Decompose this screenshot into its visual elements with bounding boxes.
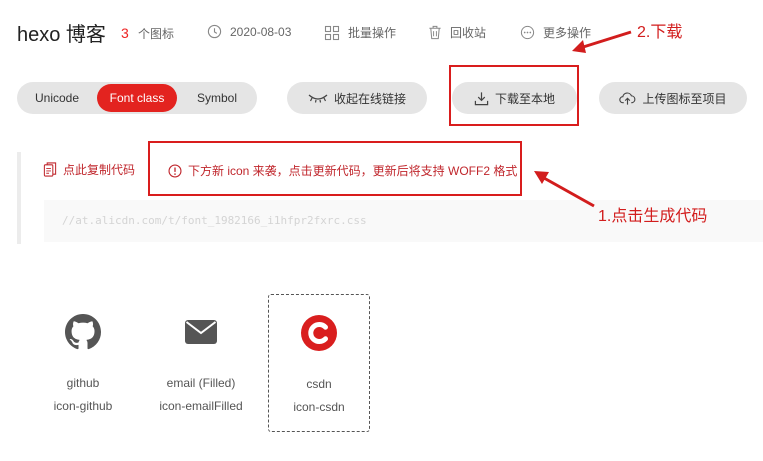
recycle-bin-button[interactable]: 回收站 — [428, 24, 486, 41]
toolbar: Unicode Font class Symbol 收起在线链接 下载至本地 上… — [0, 82, 763, 116]
more-icon — [520, 25, 535, 40]
eye-closed-icon — [308, 94, 328, 103]
tab-font-class[interactable]: Font class — [97, 84, 177, 112]
icon-count-label: 个图标 — [138, 27, 175, 41]
warning-icon — [168, 163, 182, 178]
icon-class: icon-github — [53, 399, 113, 413]
upload-to-project-button[interactable]: 上传图标至项目 — [599, 82, 747, 114]
upload-label: 上传图标至项目 — [642, 91, 727, 106]
email-icon — [185, 320, 217, 344]
trash-icon — [429, 25, 441, 40]
icon-card-email[interactable]: email (Filled) icon-emailFilled — [150, 294, 252, 432]
annotation-step2: 2.下载 — [637, 24, 683, 41]
icon-name: csdn — [306, 377, 332, 391]
batch-operations-button[interactable]: 批量操作 — [324, 24, 396, 41]
icon-class: icon-emailFilled — [159, 399, 243, 413]
copy-code-label: 点此复制代码 — [63, 163, 136, 177]
annotation-step1: 1.点击生成代码 — [598, 208, 708, 225]
date-text: 2020-08-03 — [230, 24, 292, 39]
icon-name: email (Filled) — [166, 376, 236, 390]
recycle-bin-label: 回收站 — [450, 26, 487, 40]
update-code-label: 下方新 icon 来袭，点击更新代码，更新后将支持 WOFF2 格式 — [188, 164, 518, 178]
icon-card-github[interactable]: github icon-github — [32, 294, 134, 432]
tab-unicode[interactable]: Unicode — [21, 84, 93, 112]
cloud-upload-icon — [619, 91, 636, 105]
css-url: //at.alicdn.com/t/font_1982166_i1hfpr2fx… — [62, 214, 367, 227]
collapse-link-label: 收起在线链接 — [333, 91, 406, 106]
annotation-arrow-1 — [534, 171, 595, 208]
update-code-notice[interactable]: 下方新 icon 来袭，点击更新代码，更新后将支持 WOFF2 格式 — [168, 162, 517, 179]
icon-count: 3 — [121, 25, 129, 41]
download-highlight-box — [449, 65, 579, 126]
project-title: hexo 博客 — [17, 24, 106, 46]
github-icon — [65, 314, 101, 350]
format-tabs: Unicode Font class Symbol — [17, 82, 257, 114]
date-info: 2020-08-03 — [207, 24, 291, 39]
annotation-arrow-2 — [572, 30, 632, 53]
copy-icon — [43, 162, 57, 177]
grid-icon — [324, 25, 340, 40]
clock-icon — [207, 24, 222, 39]
csdn-icon — [301, 315, 337, 351]
batch-operations-label: 批量操作 — [348, 26, 397, 40]
icon-class: icon-csdn — [293, 400, 345, 414]
icon-card-csdn[interactable]: csdn icon-csdn — [268, 294, 370, 432]
icon-name: github — [66, 376, 100, 390]
copy-code-link[interactable]: 点此复制代码 — [43, 161, 135, 178]
tab-symbol[interactable]: Symbol — [181, 84, 253, 112]
collapse-link-button[interactable]: 收起在线链接 — [287, 82, 427, 114]
